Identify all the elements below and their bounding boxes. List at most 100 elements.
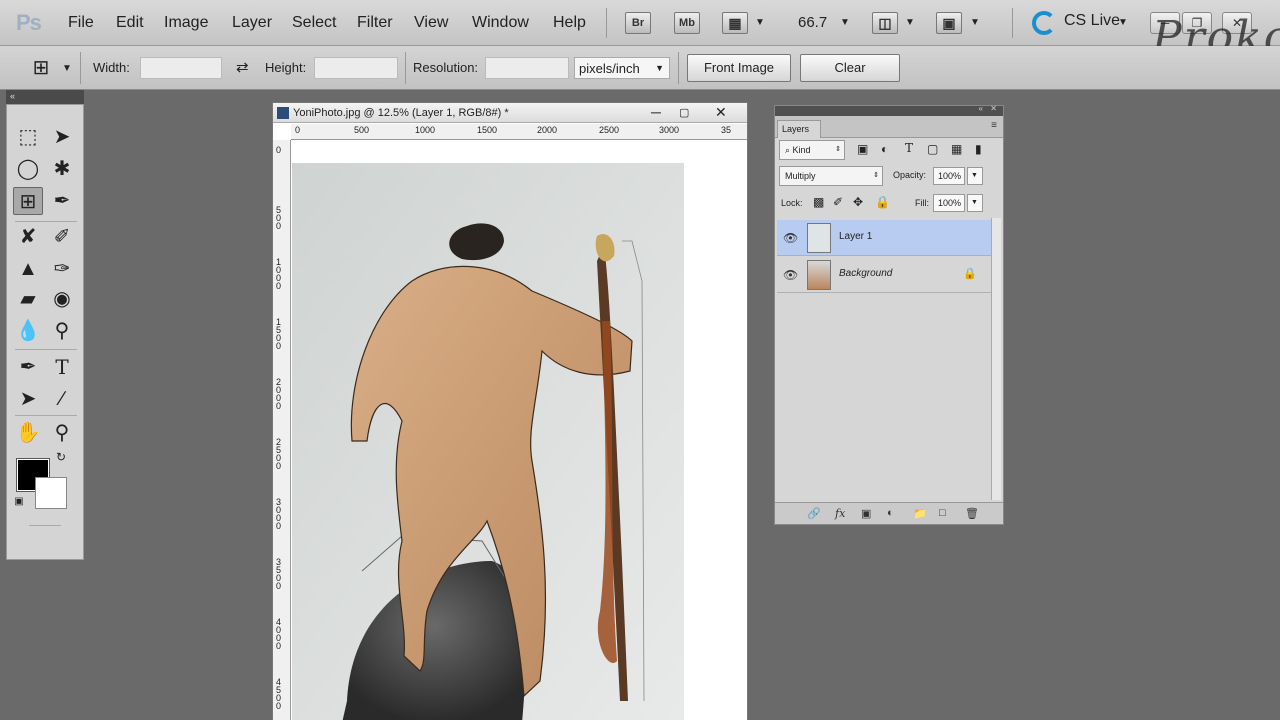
opacity-dropdown[interactable]: ▼ — [967, 167, 983, 185]
new-layer-icon[interactable]: □ — [939, 507, 946, 519]
tab-layers[interactable]: Layers — [777, 120, 821, 138]
move-icon[interactable]: ➤ — [47, 123, 77, 151]
document-title-bar[interactable]: YoniPhoto.jpg @ 12.5% (Layer 1, RGB/8#) … — [273, 103, 747, 123]
menu-image[interactable]: Image — [164, 14, 208, 32]
hand-icon[interactable]: ✋ — [13, 419, 43, 447]
menu-file[interactable]: File — [68, 14, 94, 32]
adjustment-layer-icon[interactable]: ◐ — [887, 507, 894, 519]
tools-panel-header[interactable]: « — [6, 90, 84, 104]
zoom-icon[interactable]: ⚲ — [47, 419, 77, 447]
new-group-icon[interactable]: 📁 — [913, 507, 927, 520]
swap-colors-icon[interactable]: ↻ — [51, 449, 71, 465]
blur-icon[interactable]: 💧 — [13, 317, 43, 345]
minibridge-button[interactable]: Mb — [674, 12, 700, 34]
close-icon[interactable]: ✕ — [990, 104, 997, 113]
eye-icon[interactable]: 👁 — [783, 231, 798, 245]
view-extras-icon[interactable]: ▦ — [722, 12, 748, 34]
trash-icon[interactable]: 🗑 — [965, 507, 979, 520]
smart-object-filter-icon[interactable]: ▦ — [951, 142, 962, 156]
chevron-down-icon[interactable]: ▼ — [1118, 17, 1128, 28]
adjustment-filter-icon[interactable]: ◐ — [881, 142, 888, 156]
swap-dimensions-icon[interactable]: ⇄ — [236, 58, 249, 76]
cslive-button[interactable]: CS Live — [1064, 12, 1120, 30]
height-field[interactable] — [314, 57, 398, 79]
chevron-down-icon[interactable]: ▼ — [970, 17, 980, 28]
front-image-button[interactable]: Front Image — [687, 54, 791, 82]
eye-icon[interactable]: 👁 — [783, 268, 798, 282]
fx-icon[interactable]: fx — [835, 507, 845, 520]
eraser-icon[interactable]: ▰ — [13, 285, 43, 313]
close-icon[interactable]: ✕ — [715, 104, 727, 121]
dodge-icon[interactable]: ⚲ — [47, 317, 77, 345]
arrange-documents-icon[interactable]: ◫ — [872, 12, 898, 34]
ruler-tick-label: 500 — [354, 125, 370, 135]
background-color-swatch[interactable] — [35, 477, 67, 509]
type-filter-icon[interactable]: T — [905, 141, 913, 155]
default-colors-icon[interactable]: ▣ — [11, 495, 27, 509]
lasso-icon[interactable]: ◯ — [13, 155, 43, 183]
lock-position-icon[interactable]: ✥ — [853, 195, 863, 209]
resolution-field[interactable] — [485, 57, 569, 79]
panel-menu-icon[interactable]: ≡ — [991, 120, 997, 131]
menu-window[interactable]: Window — [472, 14, 529, 32]
collapse-icon[interactable]: « — [10, 91, 15, 101]
ruler-tick-label: 35 — [721, 125, 732, 135]
pen-icon[interactable]: ✒ — [13, 353, 43, 381]
resolution-unit-select[interactable]: pixels/inch ▼ — [574, 57, 670, 79]
shape-filter-icon[interactable]: ▢ — [927, 142, 938, 156]
path-selection-icon[interactable]: ➤ — [13, 385, 43, 413]
chevron-down-icon[interactable]: ▼ — [755, 17, 765, 28]
menu-layer[interactable]: Layer — [232, 14, 272, 32]
lock-pixels-icon[interactable]: ✐ — [833, 195, 843, 209]
collapse-icon[interactable]: « — [979, 104, 983, 113]
layer-row-layer-1[interactable]: 👁 Layer 1 — [777, 220, 991, 256]
ruler-tick-label: 4 5 0 0 — [276, 677, 282, 711]
fill-dropdown[interactable]: ▼ — [967, 194, 983, 212]
chevron-down-icon[interactable]: ▼ — [62, 63, 72, 74]
link-layers-icon[interactable]: 🔗 — [807, 507, 821, 520]
menu-filter[interactable]: Filter — [357, 14, 393, 32]
fill-field[interactable]: 100% — [933, 194, 965, 212]
eyedropper-icon[interactable]: ✒ — [47, 187, 77, 215]
crop-tool-preset-icon[interactable]: ⊞ — [26, 54, 56, 82]
clone-stamp-icon[interactable]: ▲ — [13, 255, 43, 283]
width-field[interactable] — [140, 57, 222, 79]
zoom-level[interactable]: 66.7 — [798, 14, 827, 31]
layer-filter-select[interactable]: ⌕ Kind ⇕ — [779, 140, 845, 160]
menu-help[interactable]: Help — [553, 14, 586, 32]
bridge-button[interactable]: Br — [625, 12, 651, 34]
menu-edit[interactable]: Edit — [116, 14, 144, 32]
menu-view[interactable]: View — [414, 14, 448, 32]
layer-row-background[interactable]: 👁 Background 🔒 — [777, 257, 991, 293]
image-filter-icon[interactable]: ▣ — [857, 142, 868, 156]
lock-all-icon[interactable]: 🔒 — [875, 195, 890, 209]
maximize-icon[interactable]: ▢ — [679, 106, 689, 119]
menu-select[interactable]: Select — [292, 14, 336, 32]
canvas-white-area — [684, 141, 747, 720]
opacity-field[interactable]: 100% — [933, 167, 965, 185]
layers-scrollbar[interactable] — [991, 218, 1001, 500]
magic-wand-icon[interactable]: ✱ — [47, 155, 77, 183]
screen-mode-icon[interactable]: ▣ — [936, 12, 962, 34]
add-mask-icon[interactable]: ▣ — [861, 507, 871, 520]
resolution-unit-value: pixels/inch — [579, 61, 640, 76]
horizontal-ruler[interactable]: 0 500 1000 1500 2000 2500 3000 35 — [291, 124, 747, 140]
chevron-down-icon[interactable]: ▼ — [905, 17, 915, 28]
filter-toggle-icon[interactable]: ▮ — [975, 142, 982, 156]
blend-mode-select[interactable]: Multiply ⇕ — [779, 166, 883, 186]
minimize-icon[interactable]: ─ — [651, 104, 661, 120]
clear-button[interactable]: Clear — [800, 54, 900, 82]
healing-brush-icon[interactable]: ✘ — [13, 223, 43, 251]
vertical-ruler[interactable]: 0 5 0 0 1 0 0 0 1 5 0 0 2 0 0 0 2 5 0 0 … — [273, 140, 291, 720]
type-icon[interactable]: T — [47, 353, 77, 381]
history-brush-icon[interactable]: ✑ — [47, 255, 77, 283]
line-icon[interactable]: ∕ — [47, 385, 77, 413]
marquee-icon[interactable]: ⬚ — [13, 123, 43, 151]
chevron-down-icon[interactable]: ▼ — [840, 17, 850, 28]
crop-icon[interactable]: ⊞ — [13, 187, 43, 215]
lock-transparent-icon[interactable]: ▩ — [813, 195, 824, 209]
layers-panel-header[interactable]: « ✕ — [775, 104, 1003, 116]
document-canvas[interactable] — [292, 141, 747, 720]
paint-bucket-icon[interactable]: ◉ — [47, 285, 77, 313]
brush-icon[interactable]: ✐ — [47, 223, 77, 251]
